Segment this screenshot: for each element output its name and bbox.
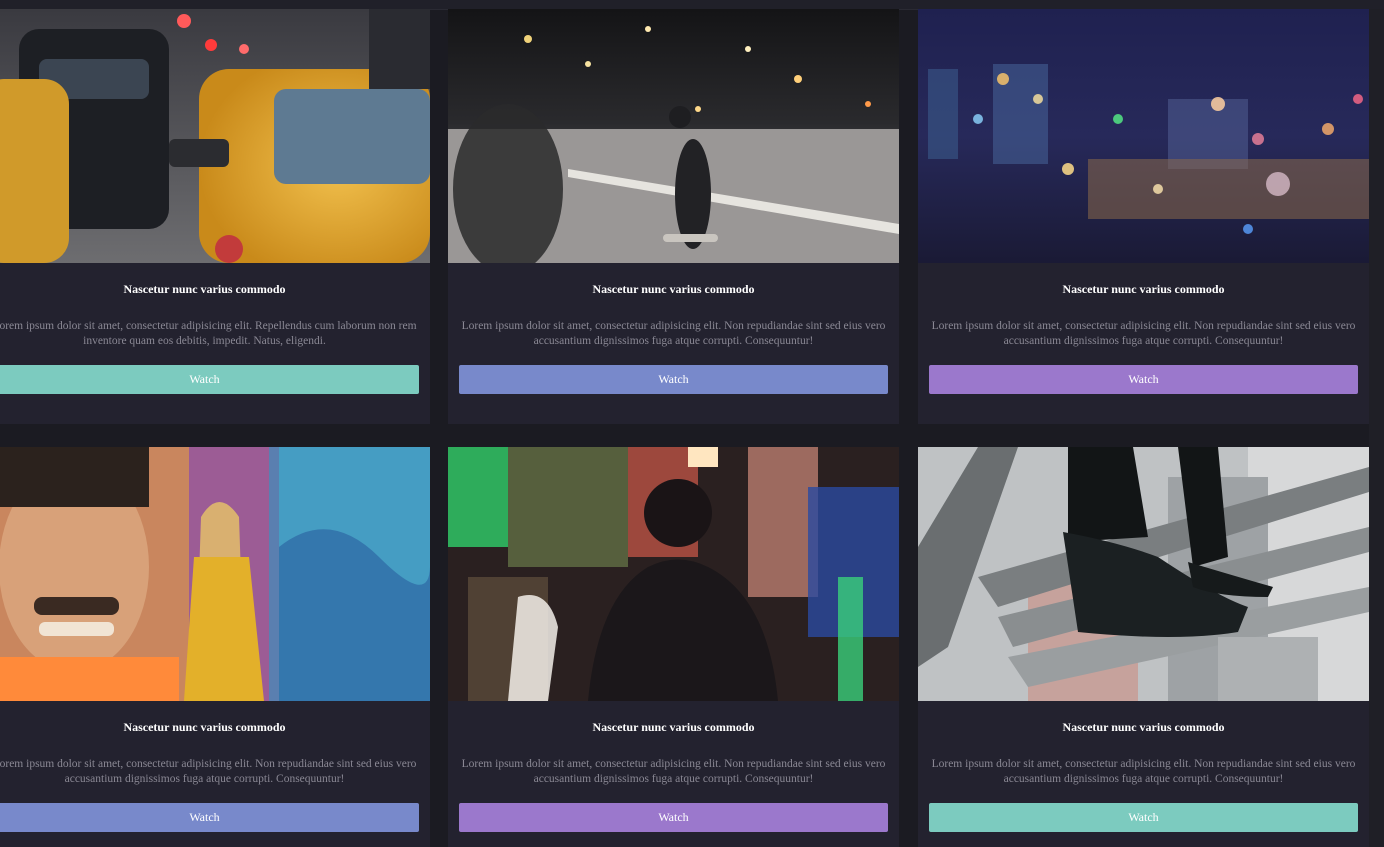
card-description: Lorem ipsum dolor sit amet, consectetur …	[448, 757, 899, 787]
card-title: Nascetur nunc varius commodo	[592, 282, 755, 296]
card-image[interactable]	[0, 447, 430, 701]
card-title: Nascetur nunc varius commodo	[123, 282, 286, 296]
card-description-line: inventore quam eos debitis, impedit. Nat…	[83, 335, 326, 347]
card-description-line: Lorem ipsum dolor sit amet, consectetur …	[461, 320, 886, 332]
card-description-line: Lorem ipsum dolor sit amet, consectetur …	[931, 320, 1356, 332]
card-description-line: Lorem ipsum dolor sit amet, consectetur …	[931, 758, 1356, 770]
card-description: Lorem ipsum dolor sit amet, consectetur …	[0, 319, 430, 349]
watch-button[interactable]: Watch	[929, 365, 1358, 394]
card-description-line: accusantium dignissimos fuga atque corru…	[1003, 773, 1284, 785]
card-description: Lorem ipsum dolor sit amet, consectetur …	[918, 757, 1369, 787]
video-card: Nascetur nunc varius commodo Lorem ipsum…	[918, 447, 1369, 847]
card-description-line: accusantium dignissimos fuga atque corru…	[533, 773, 814, 785]
video-card: Nascetur nunc varius commodo Lorem ipsum…	[0, 447, 430, 847]
card-description-line: accusantium dignissimos fuga atque corru…	[1003, 335, 1284, 347]
watch-button[interactable]: Watch	[929, 803, 1358, 832]
video-card-grid: Nascetur nunc varius commodo Lorem ipsum…	[0, 9, 1369, 847]
page-scroll-edge	[1369, 9, 1384, 847]
video-card: Nascetur nunc varius commodo Lorem ipsum…	[448, 9, 899, 424]
video-card: Nascetur nunc varius commodo Lorem ipsum…	[448, 447, 899, 847]
card-description-line: Lorem ipsum dolor sit amet, consectetur …	[0, 320, 417, 332]
card-title: Nascetur nunc varius commodo	[592, 720, 755, 734]
card-image[interactable]	[448, 447, 899, 701]
watch-button[interactable]: Watch	[459, 365, 888, 394]
watch-button[interactable]: Watch	[0, 803, 419, 832]
watch-button[interactable]: Watch	[459, 803, 888, 832]
card-description: Lorem ipsum dolor sit amet, consectetur …	[918, 319, 1369, 349]
card-image[interactable]	[0, 9, 430, 263]
card-title: Nascetur nunc varius commodo	[1062, 720, 1225, 734]
card-description-line: Lorem ipsum dolor sit amet, consectetur …	[0, 758, 417, 770]
card-title: Nascetur nunc varius commodo	[1062, 282, 1225, 296]
video-card: Nascetur nunc varius commodo Lorem ipsum…	[918, 9, 1369, 424]
card-image[interactable]	[918, 447, 1369, 701]
card-image[interactable]	[918, 9, 1369, 263]
card-image[interactable]	[448, 9, 899, 263]
video-card: Nascetur nunc varius commodo Lorem ipsum…	[0, 9, 430, 424]
card-title: Nascetur nunc varius commodo	[123, 720, 286, 734]
card-description-line: Lorem ipsum dolor sit amet, consectetur …	[461, 758, 886, 770]
card-description-line: accusantium dignissimos fuga atque corru…	[64, 773, 345, 785]
watch-button[interactable]: Watch	[0, 365, 419, 394]
card-description: Lorem ipsum dolor sit amet, consectetur …	[0, 757, 430, 787]
card-description: Lorem ipsum dolor sit amet, consectetur …	[448, 319, 899, 349]
card-description-line: accusantium dignissimos fuga atque corru…	[533, 335, 814, 347]
